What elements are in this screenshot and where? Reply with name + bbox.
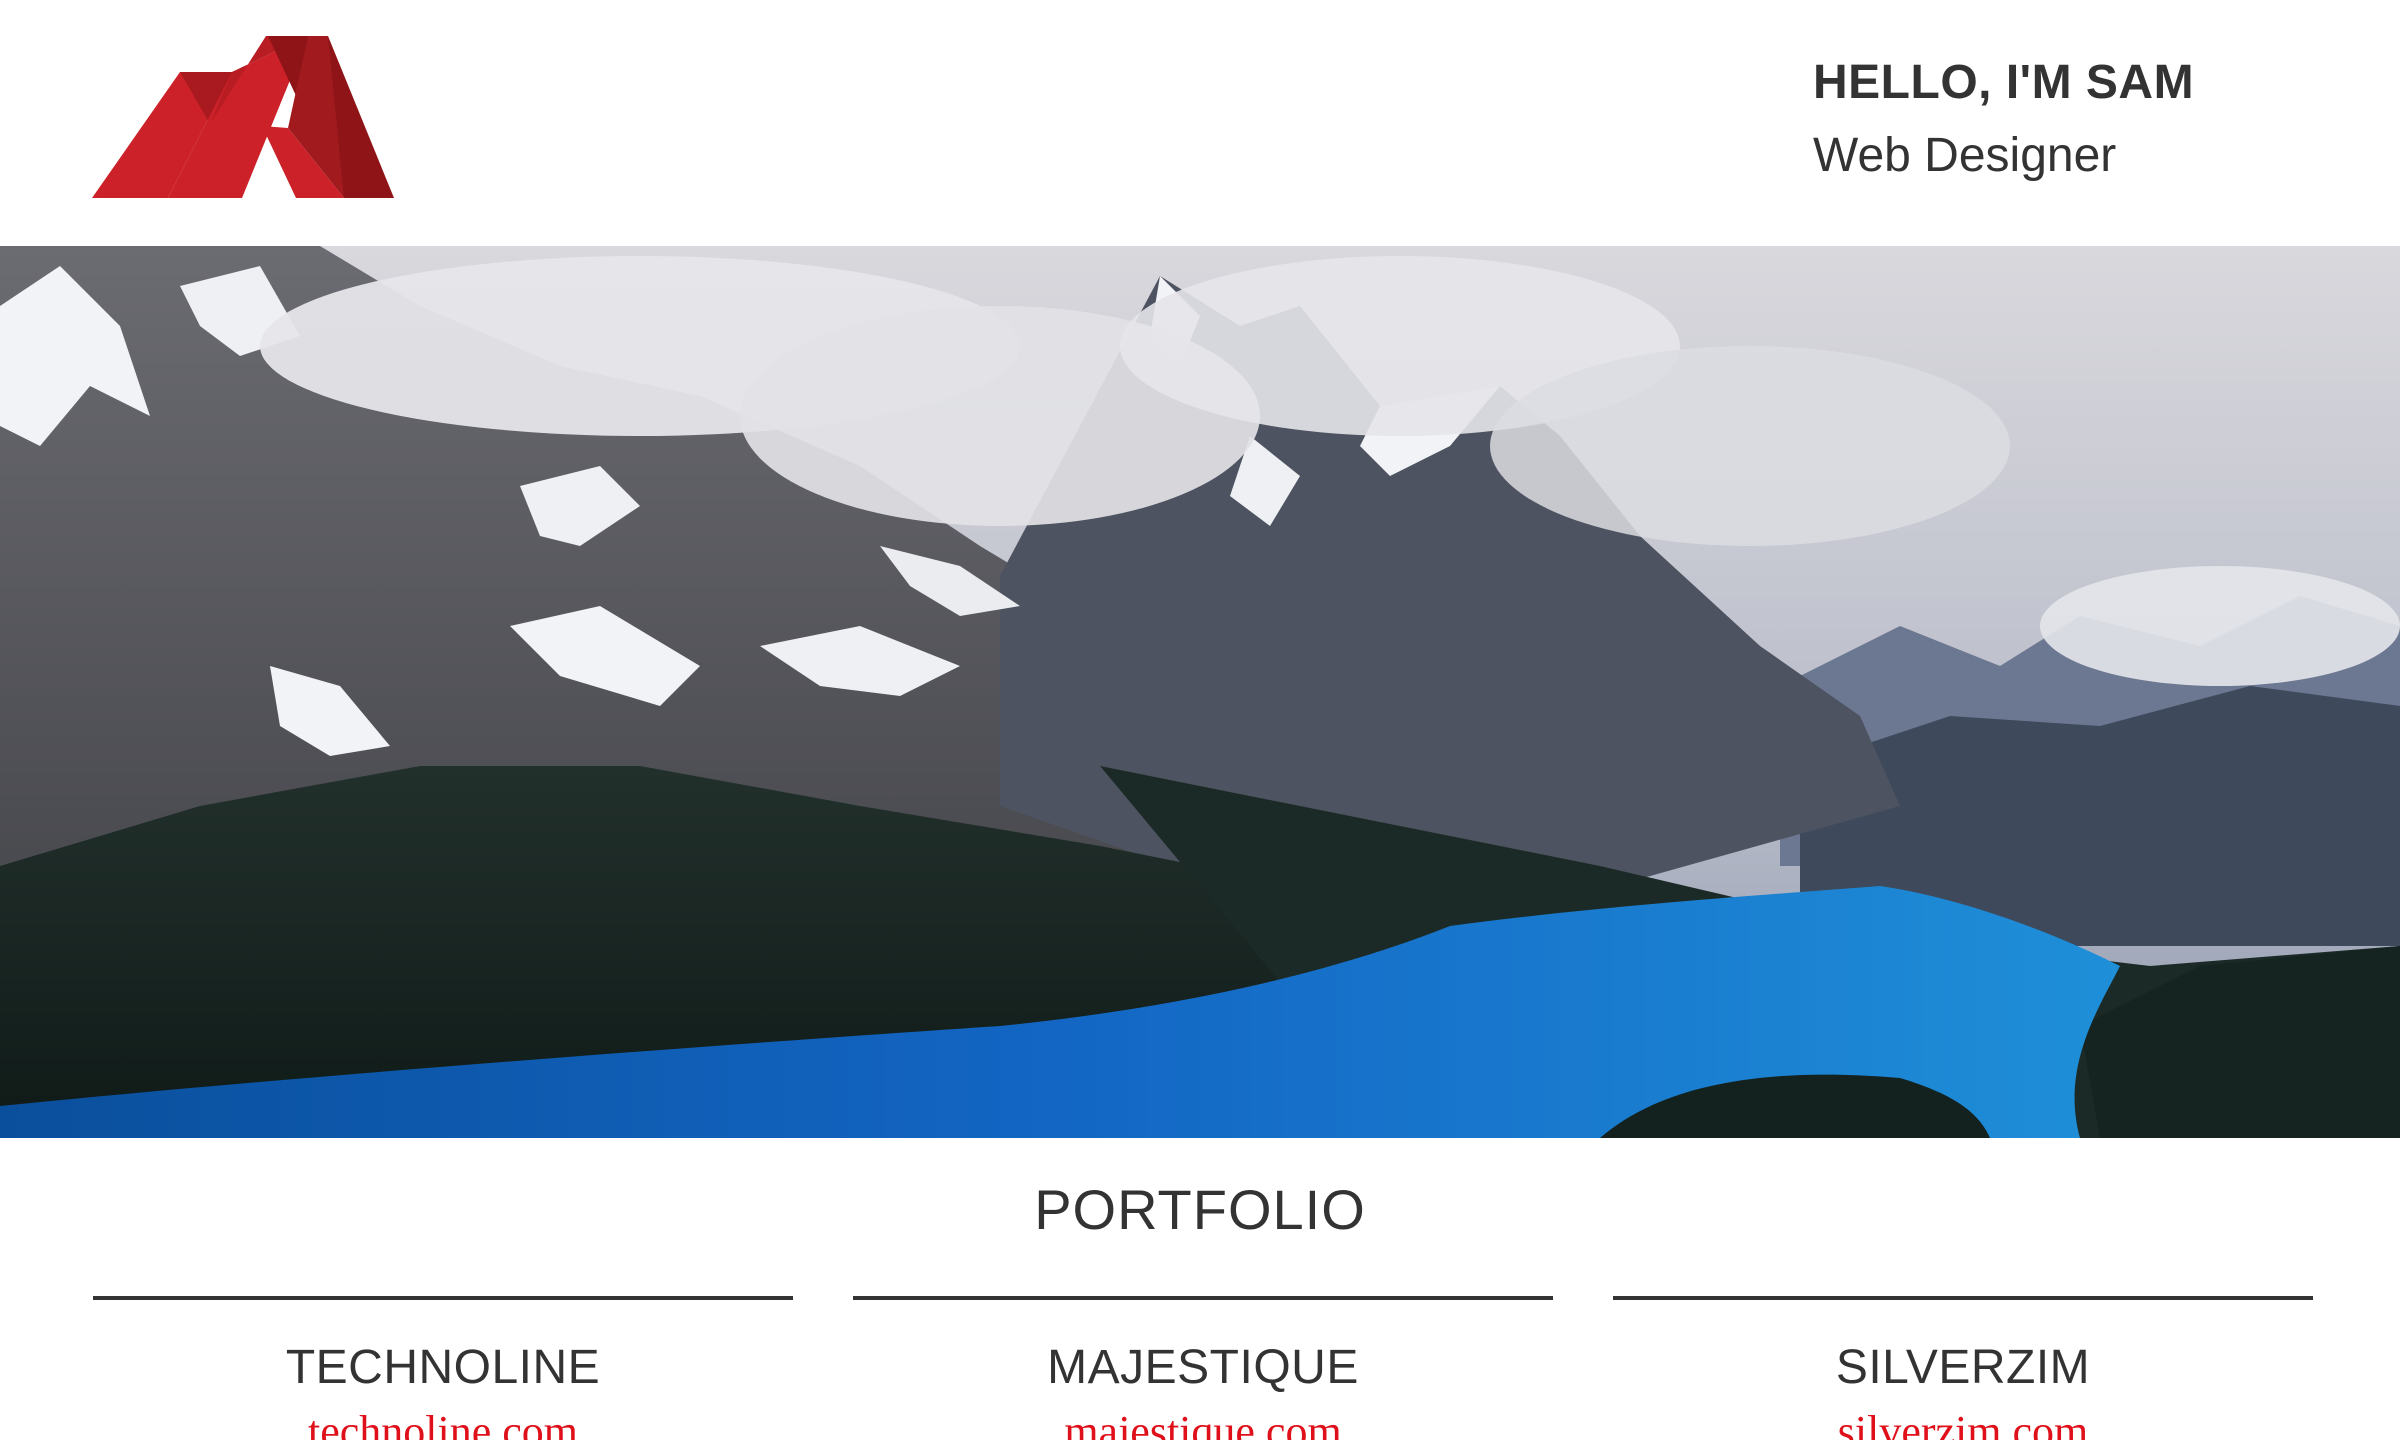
hero-image (0, 246, 2400, 1138)
role-subtitle: Web Designer (1813, 129, 2117, 182)
greeting-heading: HELLO, I'M SAM (1813, 56, 2195, 109)
portfolio-item-link[interactable]: silverzim.com (1613, 1406, 2313, 1440)
portfolio-item: TECHNOLINE technoline.com (93, 1296, 793, 1440)
portfolio-item-name: MAJESTIQUE (1047, 1341, 1359, 1394)
logo-icon[interactable] (92, 36, 394, 198)
portfolio-item: SILVERZIM silverzim.com (1613, 1296, 2313, 1440)
divider (1613, 1296, 2313, 1300)
portfolio-item-link[interactable]: technoline.com (93, 1406, 793, 1440)
portfolio-item-name: TECHNOLINE (285, 1341, 601, 1394)
divider (93, 1296, 793, 1300)
divider (853, 1296, 1553, 1300)
portfolio-item: MAJESTIQUE majestique.com (853, 1296, 1553, 1440)
portfolio-item-link[interactable]: majestique.com (853, 1406, 1553, 1440)
site-header: HELLO, I'M SAM Web Designer (0, 0, 2400, 246)
portfolio-item-name: SILVERZIM (1835, 1341, 2091, 1394)
portfolio-heading: PORTFOLIO (1034, 1178, 1366, 1241)
intro-block: HELLO, I'M SAM Web Designer (1813, 50, 2353, 196)
